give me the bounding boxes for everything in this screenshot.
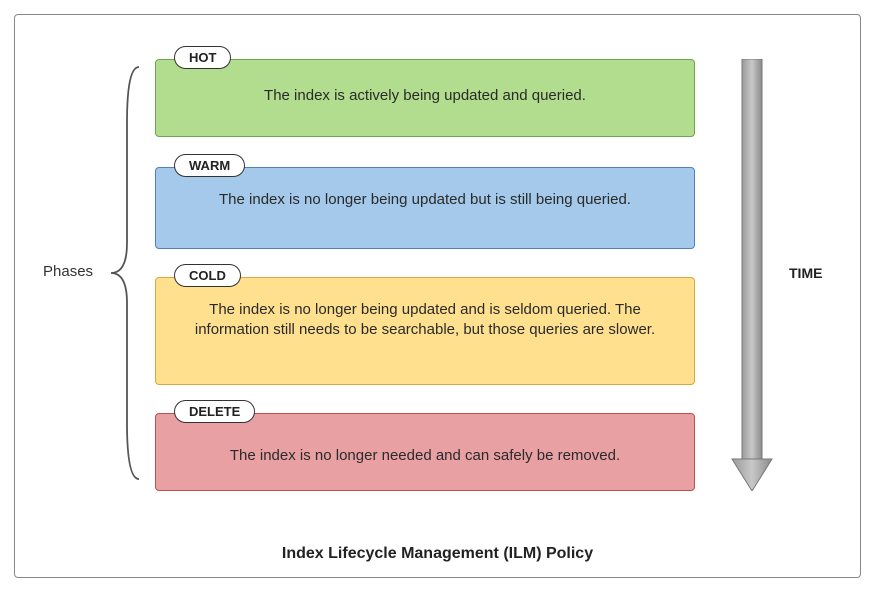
phase-hot-description: The index is actively being updated and … <box>156 60 694 124</box>
phase-warm: WARM The index is no longer being update… <box>155 167 695 249</box>
diagram-frame: Phases HOT The index is actively being u… <box>14 14 861 578</box>
time-arrow-icon <box>727 59 777 491</box>
phase-warm-label: WARM <box>174 154 245 177</box>
phase-hot: HOT The index is actively being updated … <box>155 59 695 137</box>
phase-delete-label: DELETE <box>174 400 255 423</box>
phase-cold-description: The index is no longer being updated and… <box>156 278 694 359</box>
phase-delete: DELETE The index is no longer needed and… <box>155 413 695 491</box>
phase-cold: COLD The index is no longer being update… <box>155 277 695 385</box>
phases-brace-icon <box>99 63 149 483</box>
phase-cold-label: COLD <box>174 264 241 287</box>
diagram-title: Index Lifecycle Management (ILM) Policy <box>15 545 860 563</box>
phase-hot-label: HOT <box>174 46 231 69</box>
phase-delete-description: The index is no longer needed and can sa… <box>156 414 694 484</box>
time-axis-label: TIME <box>789 265 822 281</box>
phase-warm-description: The index is no longer being updated but… <box>156 168 694 228</box>
phases-group-label: Phases <box>43 263 93 280</box>
